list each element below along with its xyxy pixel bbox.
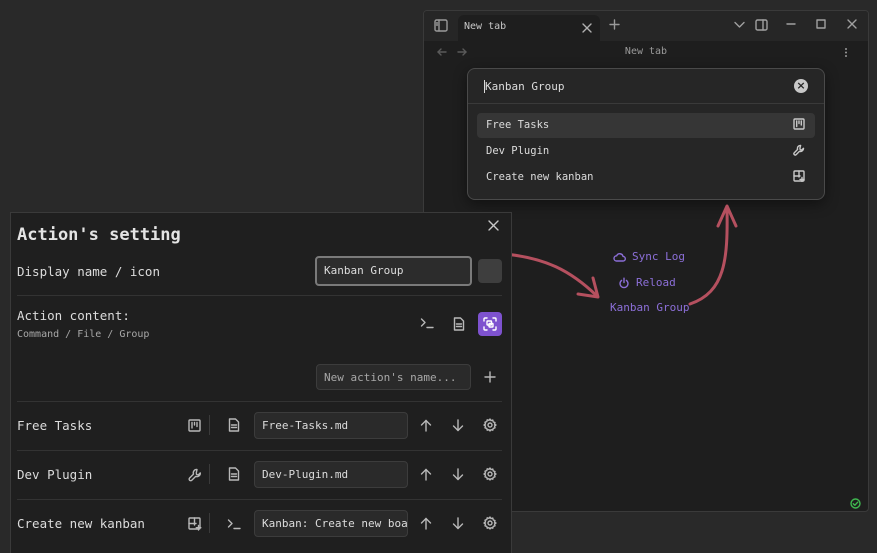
add-action-icon[interactable] [484, 371, 496, 383]
action-target-value: Dev-Plugin.md [262, 468, 349, 481]
divider [17, 450, 502, 451]
terminal-icon[interactable] [420, 317, 434, 329]
toggle-sidebar-icon[interactable] [434, 19, 448, 32]
modal-title: Action's setting [17, 225, 181, 245]
action-name-dev-plugin: Dev Plugin [17, 467, 93, 482]
switcher-item-label: Create new kanban [486, 171, 594, 183]
wrench-icon[interactable] [188, 468, 202, 482]
move-down-icon[interactable] [452, 419, 464, 432]
plus-icon[interactable] [609, 19, 620, 30]
divider [468, 103, 824, 104]
switcher-item-dev-plugin[interactable]: Dev Plugin [477, 139, 815, 164]
new-action-name-input[interactable]: New action's name... [316, 364, 471, 390]
divider [209, 513, 210, 533]
action-name-create-new-kanban: Create new kanban [17, 516, 145, 531]
divider [17, 499, 502, 500]
sync-log-link[interactable]: Sync Log [613, 250, 685, 263]
action-target-value: Kanban: Create new boa [262, 517, 408, 530]
title-bar: New tab [424, 11, 868, 41]
reload-label: Reload [636, 276, 676, 289]
tab-new-tab[interactable]: New tab [458, 15, 600, 41]
gear-icon[interactable] [483, 516, 497, 530]
sync-status-icon[interactable] [850, 498, 861, 509]
move-down-icon[interactable] [452, 468, 464, 481]
display-name-input[interactable]: Kanban Group [315, 256, 472, 286]
display-name-label: Display name / icon [17, 264, 160, 279]
action-target-input[interactable]: Kanban: Create new boa [254, 510, 408, 537]
chevron-down-icon[interactable] [734, 21, 745, 29]
layout-icon[interactable] [755, 19, 768, 31]
move-down-icon[interactable] [452, 517, 464, 530]
switcher-item-create-new-kanban[interactable]: Create new kanban [477, 165, 815, 190]
maximize-icon[interactable] [816, 19, 826, 29]
file-icon[interactable] [228, 467, 240, 481]
minimize-icon[interactable] [786, 21, 796, 27]
cloud-icon [613, 252, 626, 262]
move-up-icon[interactable] [420, 517, 432, 530]
kanban-group-label: Kanban Group [610, 301, 690, 314]
icon-picker-button[interactable] [478, 259, 502, 283]
move-up-icon[interactable] [420, 468, 432, 481]
clear-search-button[interactable]: × [794, 79, 808, 93]
grid-plus-icon[interactable] [188, 517, 202, 531]
action-name-free-tasks: Free Tasks [17, 418, 93, 433]
divider [17, 401, 502, 402]
action-target-input[interactable]: Free-Tasks.md [254, 412, 408, 439]
gear-icon[interactable] [483, 467, 497, 481]
action-content-label: Action content: [17, 308, 130, 323]
sync-log-label: Sync Log [632, 250, 685, 263]
switcher-item-label: Dev Plugin [486, 145, 550, 157]
divider [209, 464, 210, 484]
file-icon[interactable] [453, 317, 465, 331]
divider [17, 295, 502, 296]
action-content-description: Command / File / Group [17, 329, 150, 340]
window-close-icon[interactable] [847, 19, 857, 29]
navigation-bar: New tab [424, 41, 868, 63]
action-target-value: Free-Tasks.md [262, 419, 349, 432]
grid-plus-icon [793, 170, 805, 182]
more-options-icon[interactable] [844, 47, 848, 58]
switcher-item-free-tasks[interactable]: Free Tasks [477, 113, 815, 138]
close-icon[interactable] [488, 220, 499, 231]
power-icon [618, 277, 630, 289]
kanban-icon [793, 118, 805, 130]
divider [209, 415, 210, 435]
clear-icon: × [796, 79, 806, 92]
new-action-placeholder: New action's name... [324, 371, 457, 384]
kanban-group-link[interactable]: Kanban Group [610, 301, 689, 314]
gear-icon[interactable] [483, 418, 497, 432]
move-up-icon[interactable] [420, 419, 432, 432]
terminal-icon[interactable] [227, 518, 241, 530]
action-target-input[interactable]: Dev-Plugin.md [254, 461, 408, 488]
group-switcher-popup: Kanban Group × Free Tasks Dev Plugin Cre… [467, 68, 825, 200]
reload-link[interactable]: Reload [618, 276, 676, 289]
view-title: New tab [624, 46, 668, 57]
file-icon[interactable] [228, 418, 240, 432]
switcher-item-label: Free Tasks [486, 119, 550, 131]
wrench-icon [793, 144, 805, 156]
kanban-icon[interactable] [188, 419, 201, 432]
tab-label: New tab [464, 21, 507, 32]
close-icon[interactable] [582, 23, 592, 33]
group-icon[interactable] [478, 312, 502, 336]
switcher-search-input[interactable]: Kanban Group [483, 80, 564, 93]
display-name-value: Kanban Group [324, 264, 404, 277]
actions-setting-modal: Action's setting Display name / icon Kan… [10, 212, 512, 553]
